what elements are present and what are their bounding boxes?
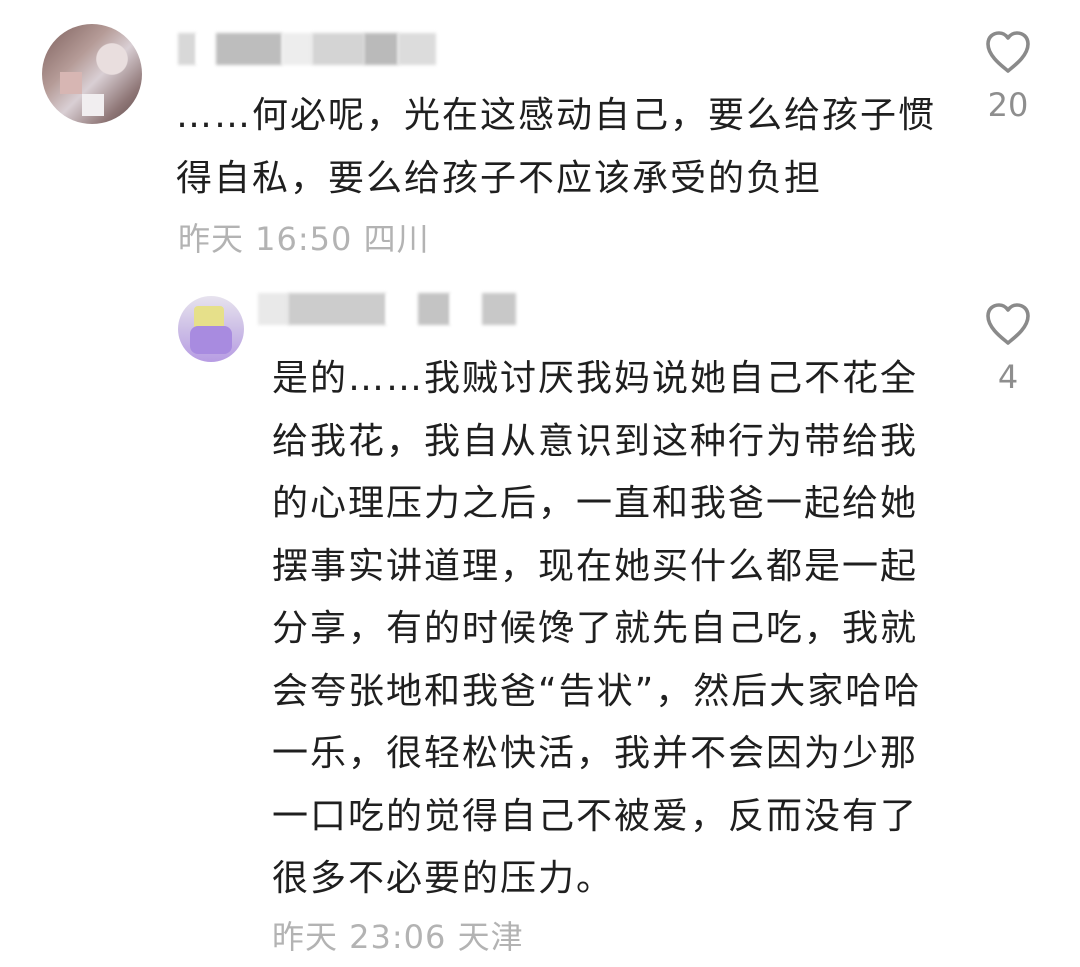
- username-blurred[interactable]: [258, 292, 516, 326]
- like-button[interactable]: 4: [968, 302, 1048, 396]
- comment-thread: ……何必呢，光在这感动自己，要么给孩子惯得自私，要么给孩子不应该承受的负担 昨天…: [0, 0, 1080, 967]
- like-count: 20: [987, 86, 1029, 124]
- reply-text[interactable]: 是的……我贼讨厌我妈说她自己不花全给我花，我自从意识到这种行为带给我的心理压力之…: [272, 348, 922, 911]
- username-blurred[interactable]: [178, 32, 436, 66]
- heart-outline-icon: [986, 303, 1030, 345]
- reply-meta[interactable]: 昨天 23:06 天津: [272, 912, 524, 958]
- like-button[interactable]: 20: [968, 30, 1048, 124]
- like-count: 4: [997, 358, 1019, 396]
- heart-outline-icon: [986, 31, 1030, 73]
- avatar-shape: [190, 326, 232, 354]
- avatar[interactable]: [178, 296, 244, 362]
- avatar-pixel: [82, 94, 104, 116]
- avatar[interactable]: [42, 24, 142, 124]
- comment-meta[interactable]: 昨天 16:50 四川: [178, 214, 430, 260]
- avatar-pixel: [60, 72, 82, 94]
- comment-text[interactable]: ……何必呢，光在这感动自己，要么给孩子惯得自私，要么给孩子不应该承受的负担: [176, 84, 936, 210]
